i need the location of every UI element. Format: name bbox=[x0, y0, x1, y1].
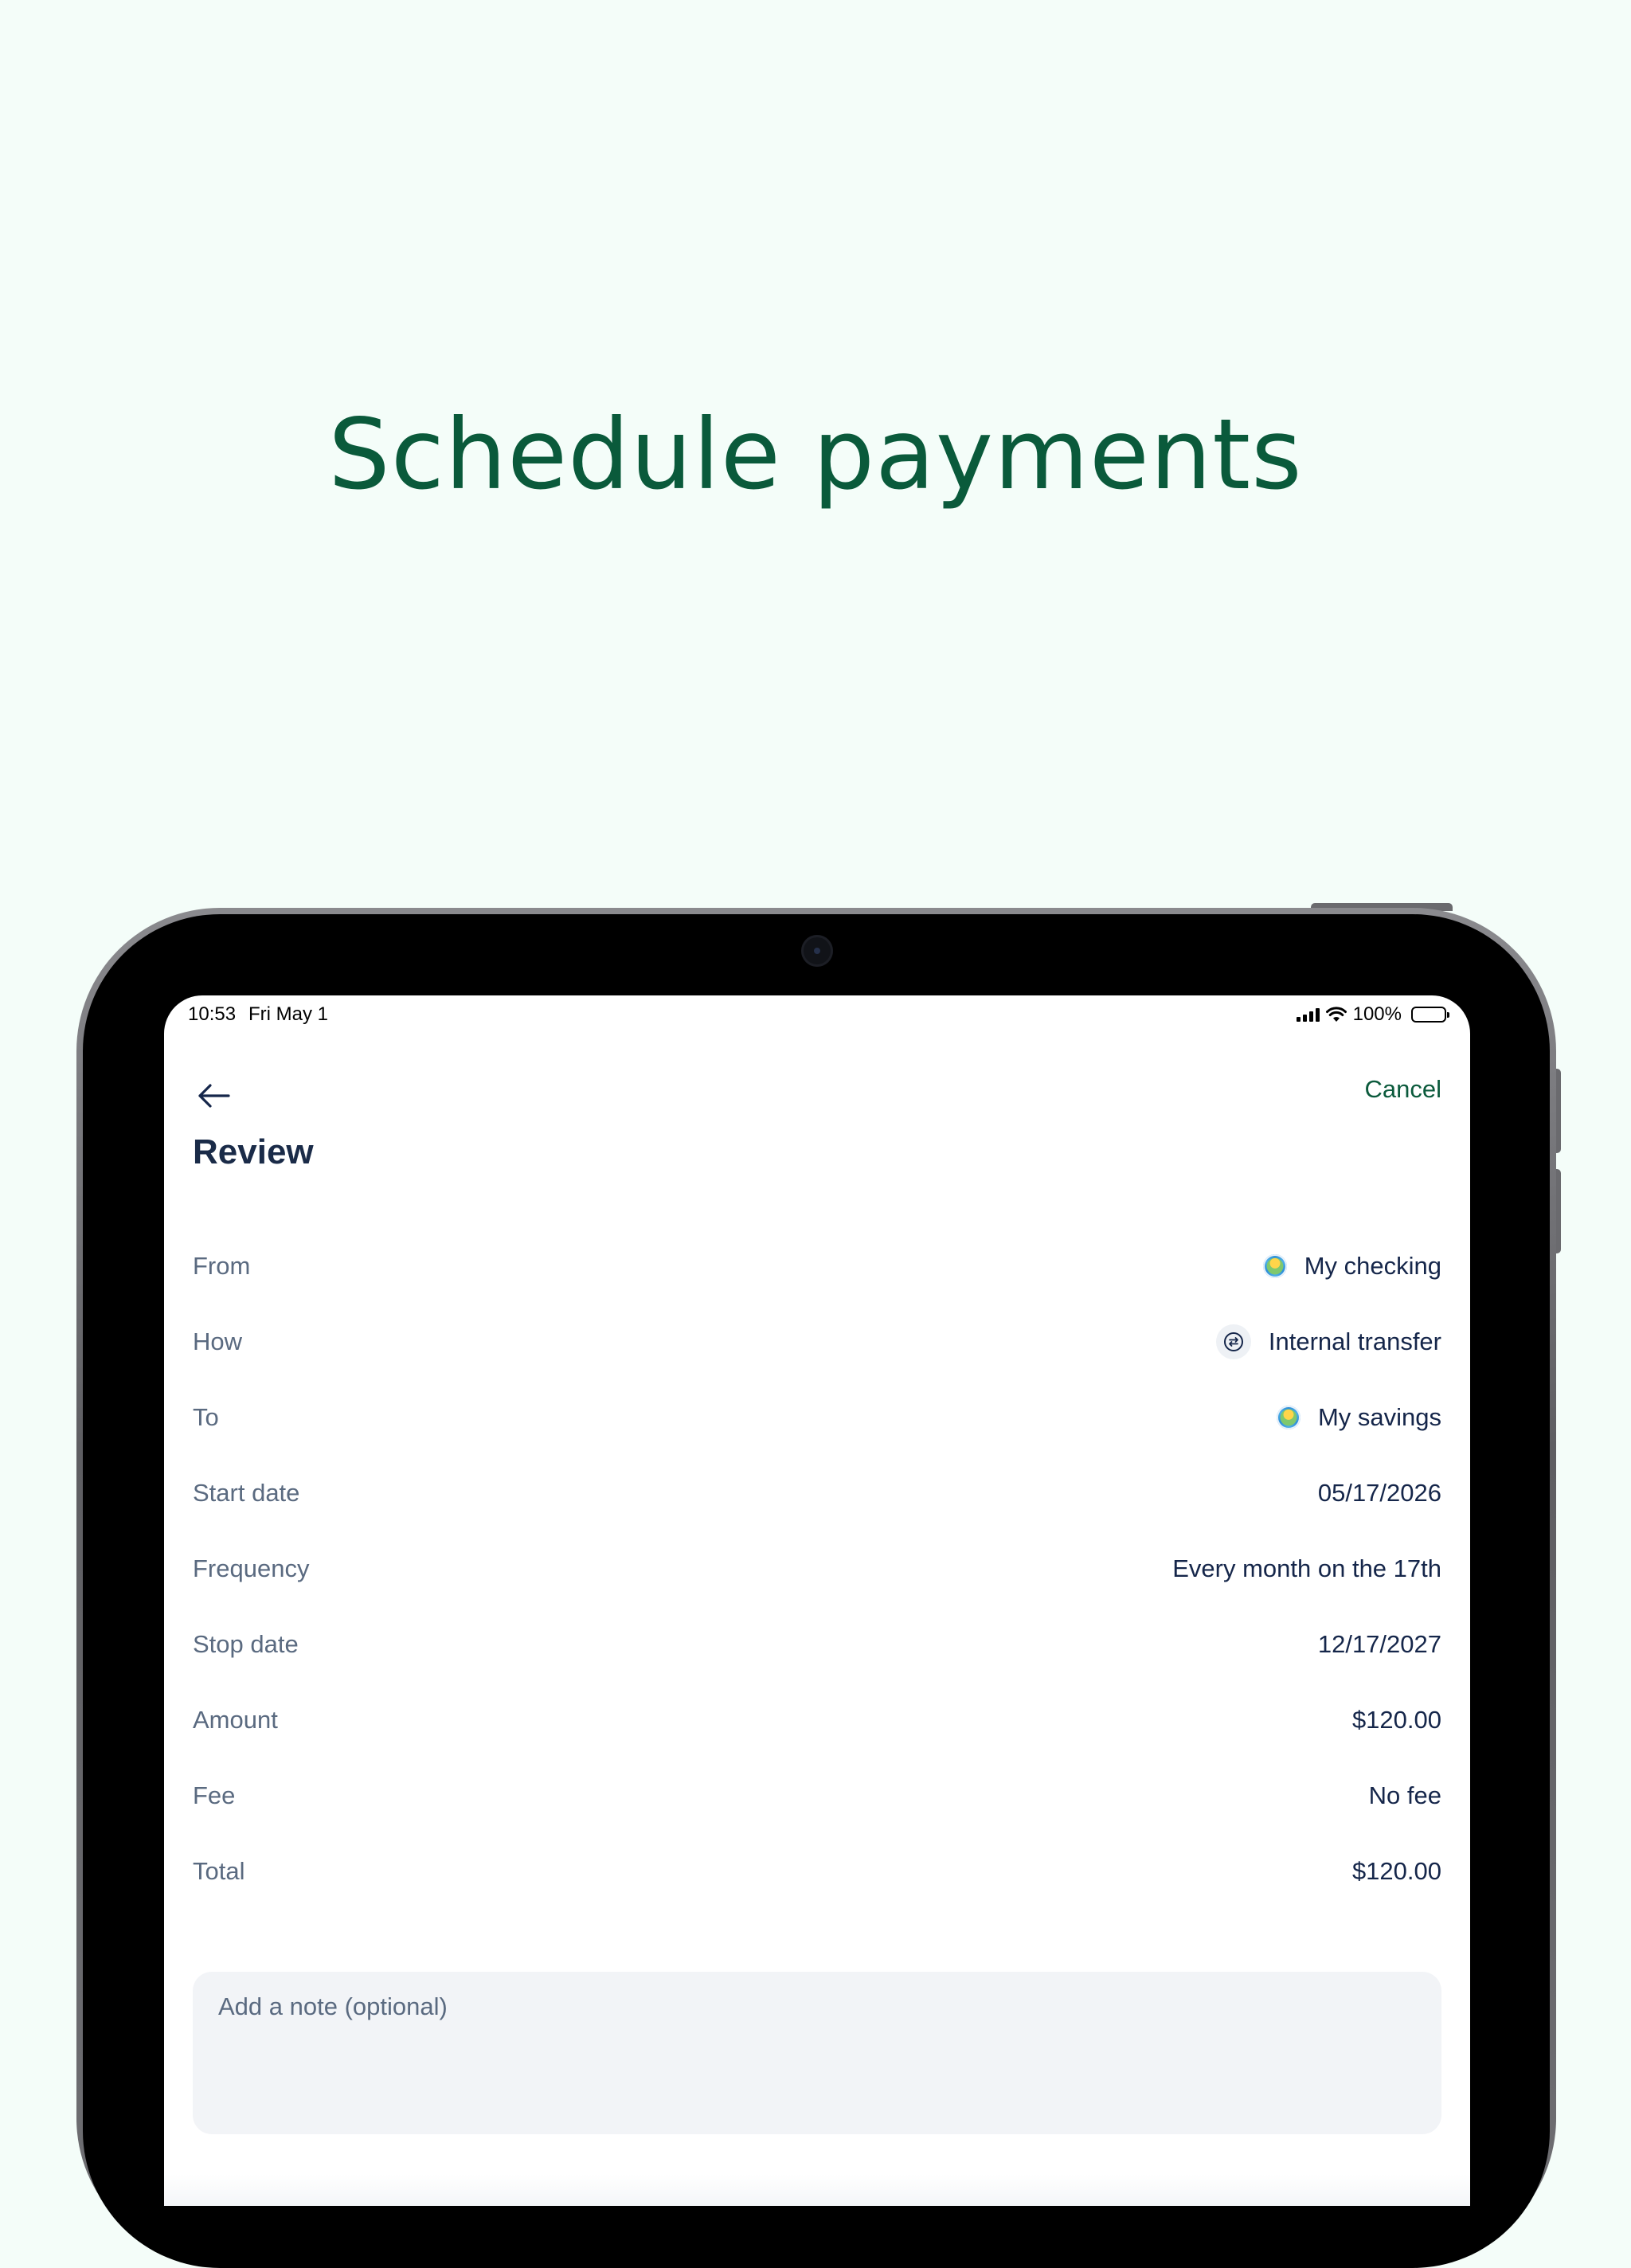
status-indicators: 100% bbox=[1296, 1003, 1449, 1026]
battery-icon bbox=[1411, 1007, 1449, 1023]
status-bar: 10:53 Fri May 1 100% bbox=[164, 995, 1470, 1035]
review-row-frequency: Frequency Every month on the 17th bbox=[193, 1545, 1441, 1593]
review-row-how: How Internal transfer bbox=[193, 1318, 1441, 1366]
note-placeholder: Add a note (optional) bbox=[218, 1992, 448, 2020]
row-value: 12/17/2027 bbox=[1317, 1630, 1441, 1658]
bank-logo-icon bbox=[1276, 1406, 1300, 1429]
review-row-from: From My checking bbox=[193, 1242, 1441, 1290]
review-row-total: Total $120.00 bbox=[193, 1848, 1441, 1895]
row-label: Fee bbox=[193, 1781, 236, 1809]
note-input[interactable]: Add a note (optional) bbox=[193, 1972, 1441, 2134]
cellular-signal-icon bbox=[1296, 1007, 1320, 1022]
cancel-button[interactable]: Cancel bbox=[1365, 1075, 1442, 1104]
row-label: Frequency bbox=[193, 1554, 310, 1582]
front-camera bbox=[801, 935, 833, 967]
row-value: $120.00 bbox=[1351, 1706, 1441, 1734]
wifi-icon bbox=[1325, 1007, 1347, 1022]
arrow-left-icon bbox=[198, 1084, 230, 1108]
headline: Schedule payments bbox=[328, 398, 1303, 511]
review-row-amount: Amount $120.00 bbox=[193, 1696, 1441, 1744]
row-label: Stop date bbox=[193, 1630, 299, 1658]
row-value-group: My checking bbox=[1262, 1252, 1441, 1281]
transfer-icon bbox=[1215, 1324, 1251, 1359]
back-button[interactable] bbox=[188, 1070, 239, 1121]
review-row-fee: Fee No fee bbox=[193, 1772, 1441, 1820]
screen-bottom-edge bbox=[164, 2174, 1470, 2206]
row-label: To bbox=[193, 1403, 219, 1431]
row-value: No fee bbox=[1368, 1781, 1441, 1809]
status-time: 10:53 bbox=[188, 1003, 237, 1025]
row-value: Internal transfer bbox=[1268, 1328, 1441, 1355]
row-label: Amount bbox=[193, 1706, 278, 1734]
review-row-to: To My savings bbox=[193, 1394, 1441, 1441]
tablet-screen: 10:53 Fri May 1 100% Cancel Review From … bbox=[164, 995, 1470, 2206]
row-value: Every month on the 17th bbox=[1172, 1554, 1441, 1582]
row-value: $120.00 bbox=[1351, 1857, 1441, 1885]
row-value: My savings bbox=[1317, 1403, 1441, 1431]
row-value-group: My savings bbox=[1276, 1403, 1441, 1432]
bank-logo-icon bbox=[1262, 1254, 1287, 1278]
row-value: My checking bbox=[1304, 1252, 1441, 1280]
row-label: From bbox=[193, 1252, 251, 1280]
row-value: 05/17/2026 bbox=[1317, 1479, 1441, 1507]
review-row-stop-date: Stop date 12/17/2027 bbox=[193, 1621, 1441, 1668]
row-label: Start date bbox=[193, 1479, 300, 1507]
row-label: How bbox=[193, 1328, 243, 1355]
battery-percent: 100% bbox=[1352, 1003, 1402, 1025]
review-row-start-date: Start date 05/17/2026 bbox=[193, 1469, 1441, 1517]
status-date: Fri May 1 bbox=[248, 1003, 329, 1025]
row-label: Total bbox=[193, 1857, 245, 1885]
page-title: Review bbox=[193, 1132, 314, 1171]
row-value-group: Internal transfer bbox=[1215, 1324, 1441, 1359]
